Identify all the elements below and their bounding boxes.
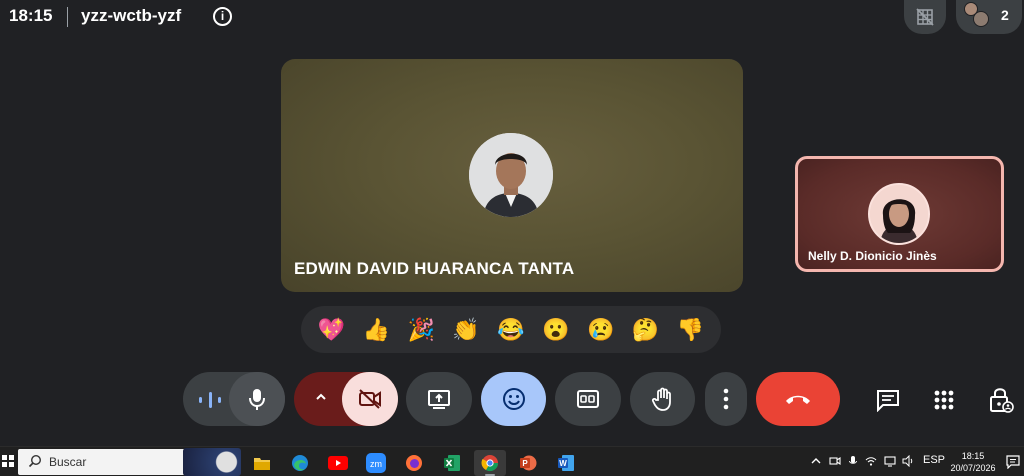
top-bar: 18:15 yzz-wctb-yzf i 2 (0, 0, 1024, 34)
word-icon[interactable]: W (550, 450, 582, 476)
reaction-surprised[interactable]: 😮 (538, 312, 574, 348)
participant-count: 2 (1001, 7, 1009, 23)
chrome-icon[interactable] (474, 450, 506, 476)
lock-person-icon (990, 388, 1014, 413)
reaction-sad[interactable]: 😢 (583, 312, 619, 348)
participant-name: EDWIN DAVID HUARANCA TANTA (294, 259, 575, 278)
apps-grid-icon (934, 390, 954, 410)
participant-tile-main[interactable]: EDWIN DAVID HUARANCA TANTA (281, 59, 743, 292)
svg-text:W: W (559, 459, 567, 468)
chevron-up-icon[interactable] (314, 390, 328, 404)
firefox-icon[interactable] (398, 450, 430, 476)
reaction-thumbs-up[interactable]: 👍 (358, 312, 394, 348)
more-options-button[interactable] (705, 372, 747, 426)
volume-icon[interactable] (902, 455, 914, 467)
hand-icon (651, 387, 671, 411)
captions-button[interactable] (555, 372, 621, 426)
zoom-icon[interactable]: zm (360, 450, 392, 476)
participant-avatar (973, 11, 989, 27)
powerpoint-icon[interactable]: P (512, 450, 544, 476)
reaction-thinking[interactable]: 🤔 (628, 312, 664, 348)
reaction-clap[interactable]: 👏 (448, 312, 484, 348)
svg-text:P: P (522, 459, 528, 468)
microphone-group (183, 372, 285, 426)
windows-start-icon[interactable] (2, 455, 14, 467)
meet-now-icon[interactable] (829, 455, 841, 467)
raise-hand-button[interactable] (630, 372, 695, 426)
search-highlight-image[interactable] (183, 448, 241, 476)
leave-call-button[interactable] (756, 372, 840, 426)
more-vert-icon (723, 388, 729, 410)
reaction-laugh[interactable]: 😂 (493, 312, 529, 348)
windows-taskbar: Buscar zm P W ESP 18:15 20/07/2026 (0, 446, 1024, 476)
present-screen-button[interactable] (406, 372, 472, 426)
audio-level-icon (199, 390, 221, 410)
divider (67, 7, 68, 27)
host-controls-button[interactable] (981, 380, 1021, 420)
search-icon (28, 454, 42, 468)
phone-hangup-icon (786, 395, 810, 404)
camera-button[interactable] (342, 372, 398, 426)
excel-icon[interactable] (436, 450, 468, 476)
language-indicator[interactable]: ESP (923, 454, 945, 466)
present-icon (428, 390, 450, 409)
closed-captions-icon (577, 390, 599, 408)
youtube-icon[interactable] (322, 450, 354, 476)
reaction-thumbs-down[interactable]: 👎 (672, 312, 708, 348)
participant-tile-self[interactable]: Nelly D. Dionicio Jinès (795, 156, 1004, 272)
reaction-heart[interactable]: 💖 (313, 312, 349, 348)
clock-time: 18:15 (961, 451, 985, 461)
edge-icon[interactable] (284, 450, 316, 476)
participants-button[interactable]: 2 (956, 0, 1022, 34)
chevron-up-icon[interactable] (810, 455, 822, 467)
smiley-icon (502, 388, 525, 410)
network-icon[interactable] (884, 455, 896, 467)
reaction-bar: 💖 👍 🎉 👏 😂 😮 😢 🤔 👎 (301, 306, 721, 353)
hidden-tiles-button[interactable] (904, 0, 946, 34)
meeting-time: 18:15 (9, 6, 53, 25)
microphone-icon (249, 389, 265, 410)
send-reaction-button[interactable] (481, 372, 546, 426)
avatar (469, 133, 553, 217)
file-explorer-icon[interactable] (246, 450, 278, 476)
clock-date: 20/07/2026 (950, 463, 996, 473)
participant-name: Nelly D. Dionicio Jinès (808, 249, 937, 263)
notification-icon[interactable] (1006, 455, 1020, 469)
chat-icon (877, 390, 899, 412)
camera-off-icon (359, 389, 381, 409)
reaction-party[interactable]: 🎉 (403, 312, 439, 348)
info-icon[interactable]: i (213, 7, 232, 26)
avatar (868, 183, 930, 245)
microphone-tray-icon[interactable] (847, 455, 859, 467)
taskbar-clock[interactable]: 18:15 20/07/2026 (948, 450, 998, 474)
zoom-icon-label: zm (370, 459, 382, 469)
microphone-button[interactable] (229, 372, 285, 426)
activities-button[interactable] (924, 380, 964, 420)
wifi-icon[interactable] (865, 455, 877, 467)
camera-group (294, 372, 398, 426)
search-placeholder: Buscar (49, 455, 87, 469)
meeting-code: yzz-wctb-yzf (81, 6, 182, 25)
grid-off-icon (916, 8, 934, 26)
chat-button[interactable] (868, 380, 908, 420)
